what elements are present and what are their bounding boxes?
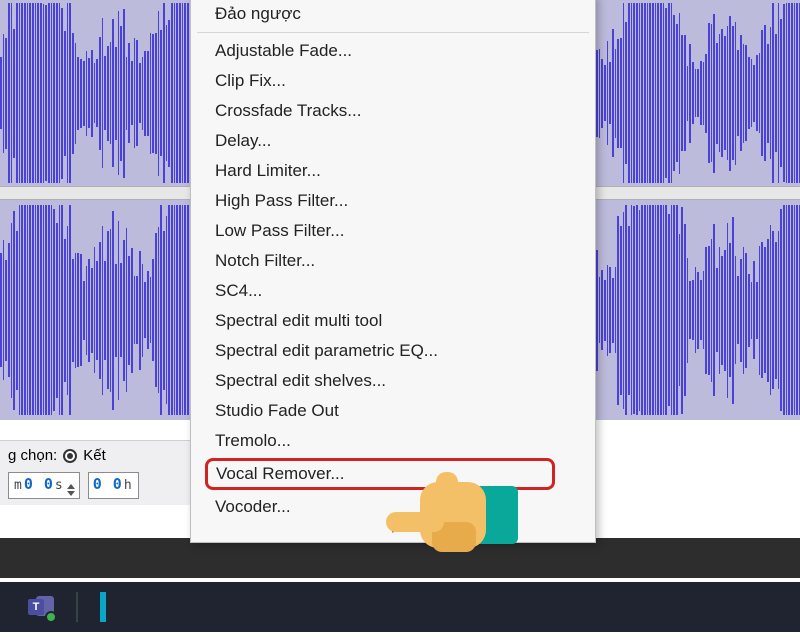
app-window: g chọn: Kết m 0 0 s 0 0 h T <box>0 0 800 640</box>
menu-item-notch-filter[interactable]: Notch Filter... <box>191 246 595 276</box>
menu-item-hard-limiter[interactable]: Hard Limiter... <box>191 156 595 186</box>
menu-item-spectral-edit-parametric-eq[interactable]: Spectral edit parametric EQ... <box>191 336 595 366</box>
menu-item-adjustable-fade[interactable]: Adjustable Fade... <box>191 36 595 66</box>
menu-item-low-pass-filter[interactable]: Low Pass Filter... <box>191 216 595 246</box>
menu-item-clip-fix[interactable]: Clip Fix... <box>191 66 595 96</box>
menu-item-vocoder[interactable]: Vocoder... <box>191 492 595 522</box>
presence-available-icon <box>45 611 57 623</box>
menu-item-studio-fade-out[interactable]: Studio Fade Out <box>191 396 595 426</box>
menu-item-vocal-remover[interactable]: Vocal Remover... <box>205 458 555 490</box>
selection-controls: g chọn: Kết m 0 0 s 0 0 h <box>0 440 200 505</box>
time-spinner-icon[interactable] <box>67 484 75 496</box>
selection-label: g chọn: <box>8 447 57 464</box>
status-strip <box>0 538 800 578</box>
menu-item-delay[interactable]: Delay... <box>191 126 595 156</box>
menu-item-tremolo[interactable]: Tremolo... <box>191 426 595 456</box>
taskbar: T <box>0 582 800 632</box>
menu-item-high-pass-filter[interactable]: High Pass Filter... <box>191 186 595 216</box>
effects-menu: Đảo ngược Adjustable Fade...Clip Fix...C… <box>190 0 596 543</box>
menu-item-crossfade-tracks[interactable]: Crossfade Tracks... <box>191 96 595 126</box>
menu-item-sc4[interactable]: SC4... <box>191 276 595 306</box>
menu-item-spectral-edit-shelves[interactable]: Spectral edit shelves... <box>191 366 595 396</box>
radio-end-label: Kết <box>83 447 106 464</box>
menu-separator <box>197 32 589 33</box>
menu-item-reverse[interactable]: Đảo ngược <box>191 0 595 29</box>
time-field-2[interactable]: 0 0 h <box>88 472 139 499</box>
taskbar-accent <box>100 592 106 622</box>
radio-end[interactable] <box>63 449 77 463</box>
menu-scroll-down-icon[interactable]: ▼ <box>191 522 595 538</box>
menu-item-spectral-edit-multi-tool[interactable]: Spectral edit multi tool <box>191 306 595 336</box>
taskbar-separator <box>76 592 78 622</box>
time-field-1[interactable]: m 0 0 s <box>8 472 80 499</box>
teams-icon[interactable]: T <box>28 594 54 620</box>
